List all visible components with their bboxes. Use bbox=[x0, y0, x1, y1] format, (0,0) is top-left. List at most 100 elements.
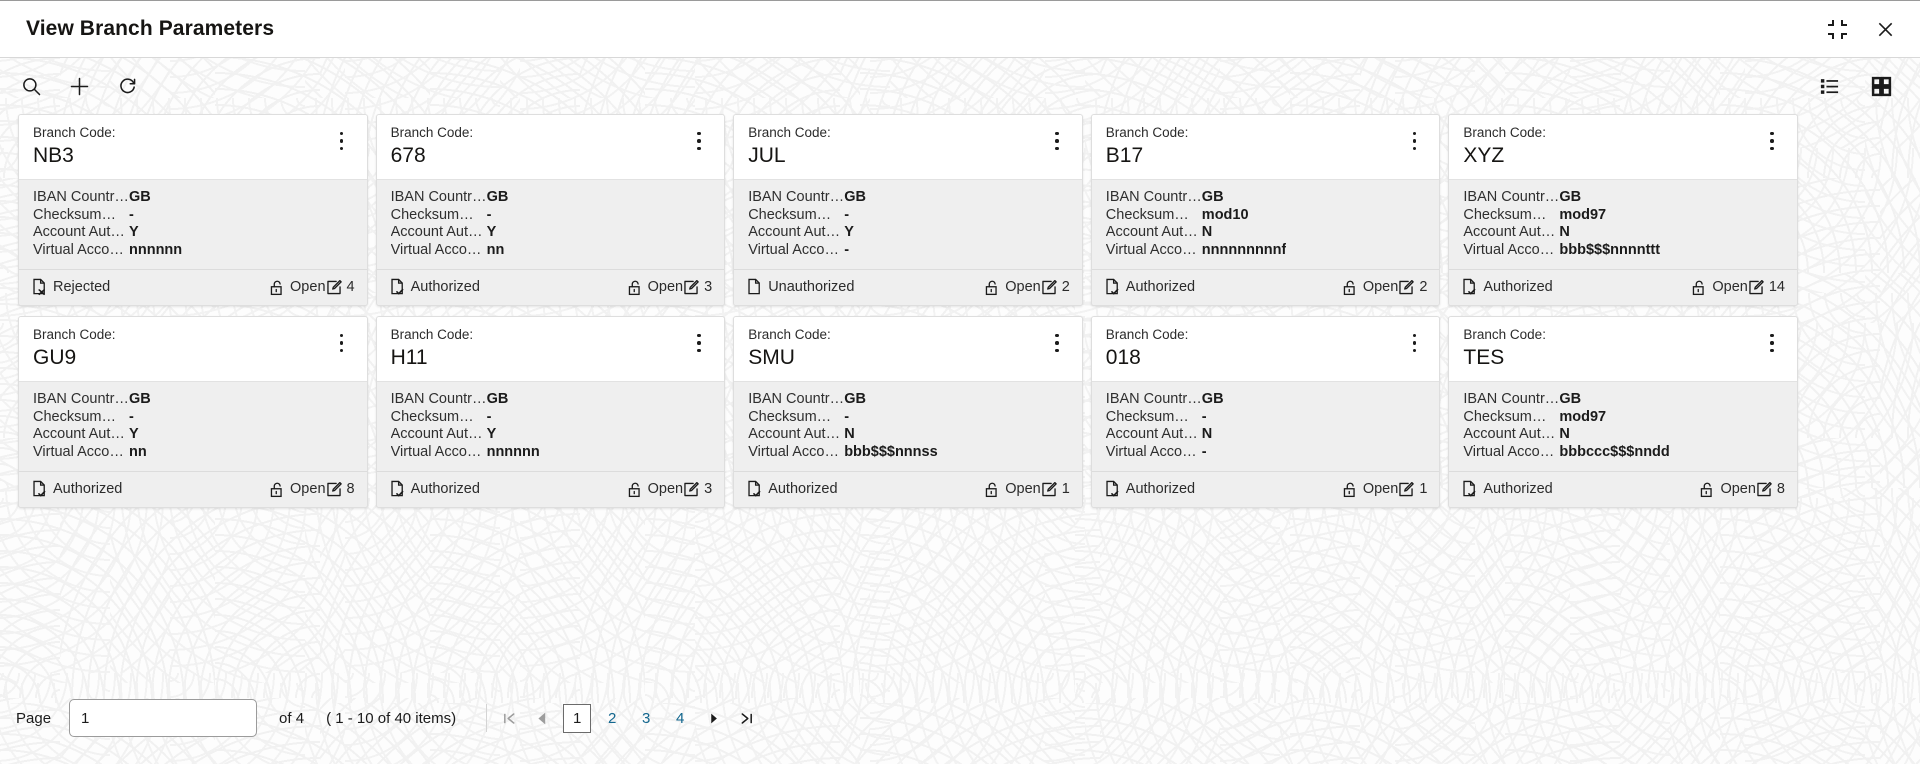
card-menu-button[interactable] bbox=[1046, 330, 1068, 356]
branch-card[interactable]: Branch Code:GU9IBAN Country…GBChecksum…-… bbox=[18, 316, 368, 508]
unlock-icon bbox=[1691, 279, 1707, 296]
last-page-button[interactable] bbox=[730, 703, 763, 733]
branch-card[interactable]: Branch Code:018IBAN Country…GBChecksum…-… bbox=[1091, 316, 1441, 508]
page-3-button[interactable]: 3 bbox=[633, 704, 659, 732]
checksum-value: - bbox=[1202, 409, 1207, 427]
card-footer: AuthorizedOpen1 bbox=[1092, 471, 1440, 507]
virtual-account-label: Virtual Accou… bbox=[391, 444, 487, 462]
iban-country-row: IBAN Country…GB bbox=[748, 189, 1068, 207]
virtual-account-row: Virtual Accou…- bbox=[748, 242, 1068, 260]
page-number-input[interactable] bbox=[69, 699, 257, 737]
account-auto-row: Account Auto…N bbox=[1106, 426, 1426, 444]
lock-status-label: Open bbox=[648, 279, 683, 295]
virtual-account-row: Virtual Accou…nnnnnn bbox=[33, 242, 353, 260]
account-auto-label: Account Auto… bbox=[748, 426, 844, 444]
collapse-button[interactable] bbox=[1824, 16, 1850, 42]
branch-card[interactable]: Branch Code:TESIBAN Country…GBChecksum…m… bbox=[1448, 316, 1798, 508]
branch-code-value: TES bbox=[1463, 344, 1761, 371]
kebab-menu-icon bbox=[340, 341, 344, 345]
grid-view-button[interactable] bbox=[1864, 69, 1898, 103]
modification-number: 1 bbox=[1041, 481, 1070, 498]
iban-country-value: GB bbox=[1202, 391, 1224, 409]
checksum-label: Checksum… bbox=[748, 409, 844, 427]
virtual-account-label: Virtual Accou… bbox=[748, 444, 844, 462]
next-page-button[interactable] bbox=[697, 703, 730, 733]
lock-status: Open bbox=[984, 481, 1040, 498]
first-page-button[interactable] bbox=[493, 703, 526, 733]
page-1-button[interactable]: 1 bbox=[563, 704, 591, 733]
modification-number: 4 bbox=[326, 279, 355, 296]
unlock-icon bbox=[627, 279, 643, 296]
card-menu-button[interactable] bbox=[1403, 128, 1425, 154]
checksum-row: Checksum…- bbox=[1106, 409, 1426, 427]
checksum-row: Checksum…- bbox=[748, 409, 1068, 427]
edit-document-icon bbox=[1041, 279, 1057, 296]
lock-status: Open bbox=[1699, 481, 1755, 498]
branch-card[interactable]: Branch Code:NB3IBAN Country…GBChecksum…-… bbox=[18, 114, 368, 306]
card-menu-button[interactable] bbox=[1761, 330, 1783, 356]
virtual-account-row: Virtual Accou…bbb$$$nnnss bbox=[748, 444, 1068, 462]
virtual-account-row: Virtual Accou…nn bbox=[391, 242, 711, 260]
collapse-corners-icon bbox=[1828, 20, 1847, 39]
account-auto-label: Account Auto… bbox=[1463, 224, 1559, 242]
iban-country-row: IBAN Country…GB bbox=[1106, 391, 1426, 409]
refresh-button[interactable] bbox=[110, 69, 144, 103]
branch-card[interactable]: Branch Code:678IBAN Country…GBChecksum…-… bbox=[376, 114, 726, 306]
first-page-icon bbox=[502, 711, 517, 726]
checksum-label: Checksum… bbox=[1106, 207, 1202, 225]
kebab-menu-icon bbox=[1055, 132, 1059, 136]
card-footer: AuthorizedOpen14 bbox=[1449, 269, 1797, 305]
modification-number: 2 bbox=[1041, 279, 1070, 296]
document-reject-icon bbox=[31, 278, 48, 296]
account-auto-label: Account Auto… bbox=[1106, 224, 1202, 242]
account-auto-value: N bbox=[844, 426, 854, 444]
list-view-button[interactable] bbox=[1812, 69, 1846, 103]
modification-count: 8 bbox=[347, 481, 355, 497]
card-menu-button[interactable] bbox=[1403, 330, 1425, 356]
modification-count: 14 bbox=[1769, 279, 1785, 295]
card-footer: UnauthorizedOpen2 bbox=[734, 269, 1082, 305]
card-menu-button[interactable] bbox=[331, 330, 353, 356]
iban-country-value: GB bbox=[487, 189, 509, 207]
card-menu-button[interactable] bbox=[688, 330, 710, 356]
page-2-button[interactable]: 2 bbox=[599, 704, 625, 732]
iban-country-row: IBAN Country…GB bbox=[748, 391, 1068, 409]
virtual-account-value: bbb$$$nnnss bbox=[844, 444, 937, 462]
checksum-label: Checksum… bbox=[391, 207, 487, 225]
iban-country-label: IBAN Country… bbox=[1463, 391, 1559, 409]
record-status-label: Authorized bbox=[768, 481, 837, 497]
close-button[interactable] bbox=[1872, 16, 1898, 42]
card-menu-button[interactable] bbox=[1046, 128, 1068, 154]
record-status-label: Authorized bbox=[411, 481, 480, 497]
virtual-account-row: Virtual Accou…bbbccc$$$nndd bbox=[1463, 444, 1783, 462]
iban-country-label: IBAN Country… bbox=[1463, 189, 1559, 207]
branch-card[interactable]: Branch Code:JULIBAN Country…GBChecksum…-… bbox=[733, 114, 1083, 306]
kebab-menu-icon bbox=[697, 139, 701, 143]
card-header: Branch Code:XYZ bbox=[1449, 115, 1797, 179]
plus-icon bbox=[69, 76, 90, 97]
branch-card[interactable]: Branch Code:H11IBAN Country…GBChecksum…-… bbox=[376, 316, 726, 508]
checksum-label: Checksum… bbox=[1463, 409, 1559, 427]
previous-page-button[interactable] bbox=[526, 703, 559, 733]
modification-count: 2 bbox=[1062, 279, 1070, 295]
virtual-account-label: Virtual Accou… bbox=[33, 444, 129, 462]
card-header: Branch Code:678 bbox=[377, 115, 725, 179]
items-range-label: ( 1 - 10 of 40 items) bbox=[326, 710, 456, 727]
branch-code-label: Branch Code: bbox=[1106, 326, 1404, 343]
search-button[interactable] bbox=[14, 69, 48, 103]
kebab-menu-icon bbox=[1770, 349, 1774, 353]
card-menu-button[interactable] bbox=[331, 128, 353, 154]
iban-country-label: IBAN Country… bbox=[391, 391, 487, 409]
iban-country-row: IBAN Country…GB bbox=[391, 189, 711, 207]
branch-card[interactable]: Branch Code:XYZIBAN Country…GBChecksum…m… bbox=[1448, 114, 1798, 306]
virtual-account-value: - bbox=[844, 242, 849, 260]
add-button[interactable] bbox=[62, 69, 96, 103]
record-status: Authorized bbox=[746, 480, 984, 498]
card-menu-button[interactable] bbox=[1761, 128, 1783, 154]
checksum-value: mod97 bbox=[1559, 409, 1606, 427]
card-menu-button[interactable] bbox=[688, 128, 710, 154]
page-4-button[interactable]: 4 bbox=[667, 704, 693, 732]
previous-page-icon bbox=[535, 711, 550, 726]
branch-card[interactable]: Branch Code:SMUIBAN Country…GBChecksum…-… bbox=[733, 316, 1083, 508]
branch-card[interactable]: Branch Code:B17IBAN Country…GBChecksum…m… bbox=[1091, 114, 1441, 306]
